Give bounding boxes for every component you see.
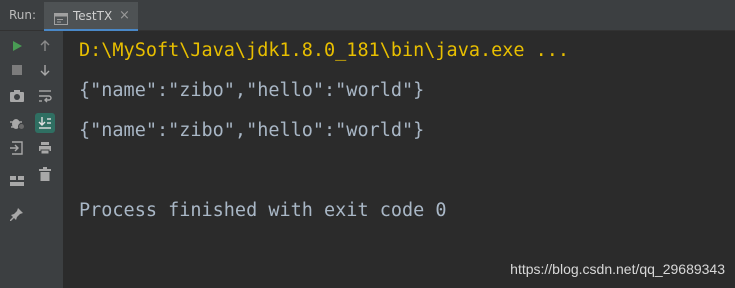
- rerun-icon[interactable]: [7, 36, 27, 56]
- run-header: Run: TestTX ×: [0, 0, 735, 31]
- print-icon[interactable]: [35, 138, 55, 158]
- output-line: {"name":"zibo","hello":"world"}: [79, 80, 425, 101]
- run-label: Run:: [9, 8, 37, 22]
- login-icon[interactable]: [7, 138, 27, 158]
- command-line: D:\MySoft\Java\jdk1.8.0_181\bin\java.exe…: [79, 40, 570, 61]
- run-tool-window: Run: TestTX × D:\MySoft\Java\jdk1.8.0_18…: [0, 0, 735, 288]
- trash-icon[interactable]: [35, 164, 55, 184]
- close-icon[interactable]: ×: [119, 8, 130, 23]
- soft-wrap-icon[interactable]: [35, 86, 55, 106]
- pin-icon[interactable]: [7, 204, 27, 224]
- scroll-to-end-icon[interactable]: [35, 113, 55, 133]
- output-line: {"name":"zibo","hello":"world"}: [79, 120, 425, 141]
- tab-label: TestTX: [73, 9, 113, 23]
- stop-icon[interactable]: [7, 60, 27, 80]
- debug-settings-icon[interactable]: [7, 113, 27, 133]
- layout-icon[interactable]: [7, 171, 27, 191]
- camera-icon[interactable]: [7, 86, 27, 106]
- up-arrow-icon[interactable]: [35, 36, 55, 56]
- tab-testtx[interactable]: TestTX ×: [44, 2, 138, 31]
- run-toolbar: [0, 31, 63, 288]
- console-output[interactable]: D:\MySoft\Java\jdk1.8.0_181\bin\java.exe…: [63, 31, 735, 288]
- exit-status-line: Process finished with exit code 0: [79, 200, 447, 221]
- console-tab-icon: [54, 10, 68, 29]
- down-arrow-icon[interactable]: [35, 60, 55, 80]
- watermark: https://blog.csdn.net/qq_29689343: [510, 261, 725, 277]
